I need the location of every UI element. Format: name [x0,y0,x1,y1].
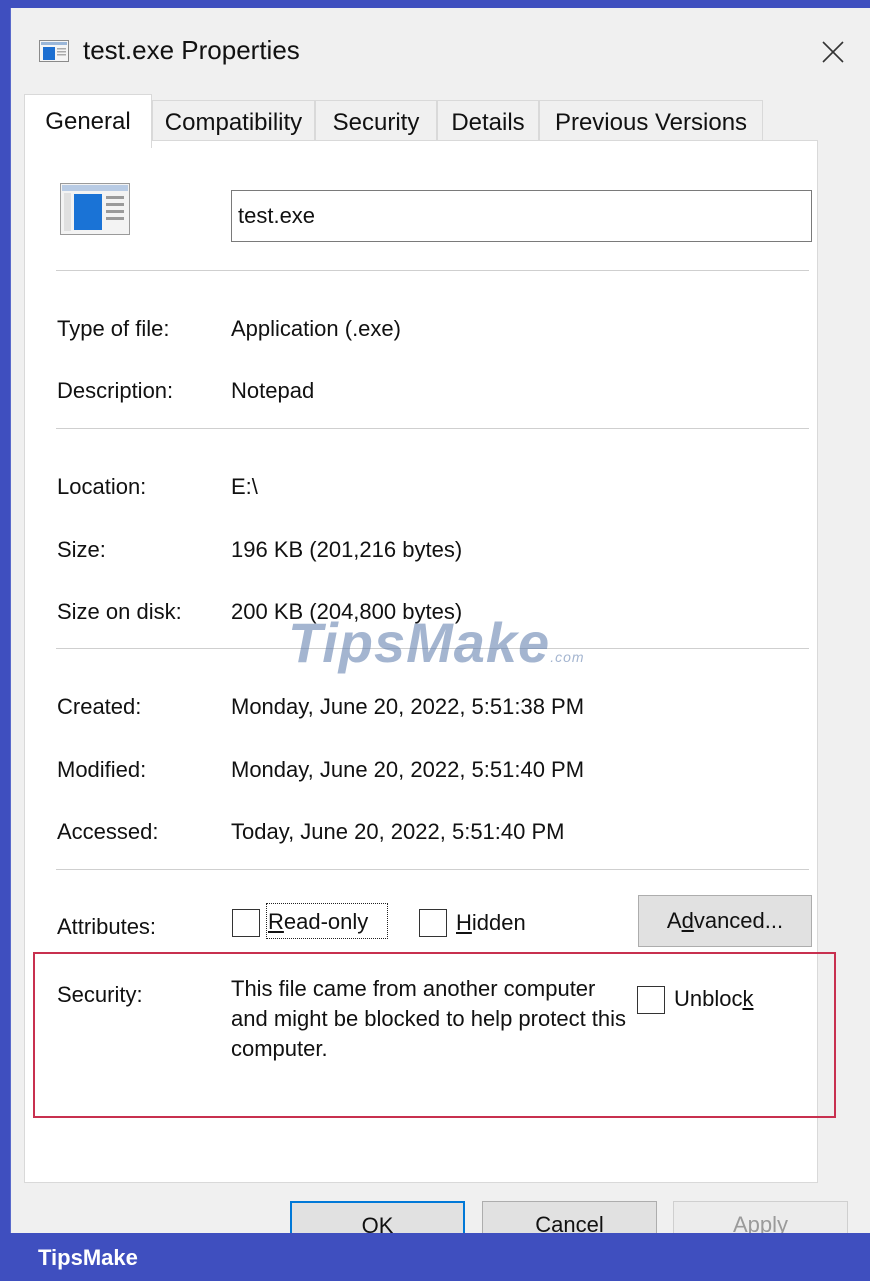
tab-previous-versions[interactable]: Previous Versions [539,100,763,144]
accessed-label: Accessed: [57,819,159,844]
type-of-file-value: Application (.exe) [231,316,401,341]
size-on-disk-label: Size on disk: [57,599,182,624]
created-value: Monday, June 20, 2022, 5:51:38 PM [231,694,585,719]
window-title: test.exe Properties [83,35,300,65]
tab-security[interactable]: Security [315,100,437,144]
tab-details[interactable]: Details [437,100,539,144]
security-label: Security: [57,982,143,1007]
accessed-value: Today, June 20, 2022, 5:51:40 PM [231,819,565,844]
read-only-access-key: R [268,909,284,934]
read-only-checkbox[interactable] [232,909,260,937]
unblock-label-pre: Unbloc [674,986,743,1011]
read-only-label-post: ead-only [283,909,369,934]
divider [56,428,809,429]
hidden-checkbox[interactable] [419,909,447,937]
advanced-access-key: d [681,908,694,933]
modified-value: Monday, June 20, 2022, 5:51:40 PM [231,757,585,782]
tab-general[interactable]: General [24,94,152,148]
advanced-label-post: vanced... [693,908,784,933]
location-value: E:\ [231,474,258,499]
security-message: This file came from another computer and… [231,976,627,1061]
hidden-label[interactable]: Hidden [456,910,526,936]
application-icon [39,40,69,62]
footer-brand: TipsMake [38,1245,138,1270]
advanced-label-pre: A [666,908,682,933]
type-of-file-label: Type of file: [57,316,170,341]
description-label: Description: [57,378,174,403]
watermark: TipsMake.com [288,610,585,675]
attributes-label: Attributes: [57,914,157,939]
size-value: 196 KB (201,216 bytes) [231,537,463,562]
size-label: Size: [57,537,106,562]
unblock-checkbox[interactable] [637,986,665,1014]
unblock-label[interactable]: Unblock [674,986,753,1012]
close-icon[interactable] [811,30,855,74]
watermark-suffix: .com [550,649,585,665]
modified-label: Modified: [57,757,147,782]
hidden-access-key: H [456,910,472,935]
description-value: Notepad [231,378,315,403]
watermark-text: TipsMake [288,611,551,674]
created-label: Created: [57,694,142,719]
divider [56,270,809,271]
tab-compatibility[interactable]: Compatibility [152,100,315,144]
location-label: Location: [57,474,147,499]
read-only-label[interactable]: Read-only [268,909,368,935]
file-name-input[interactable] [231,190,812,242]
unblock-access-key: k [742,986,754,1011]
hidden-label-post: idden [471,910,526,935]
application-icon [60,183,130,235]
advanced-button[interactable]: Advanced... [638,895,812,947]
divider [56,869,809,870]
